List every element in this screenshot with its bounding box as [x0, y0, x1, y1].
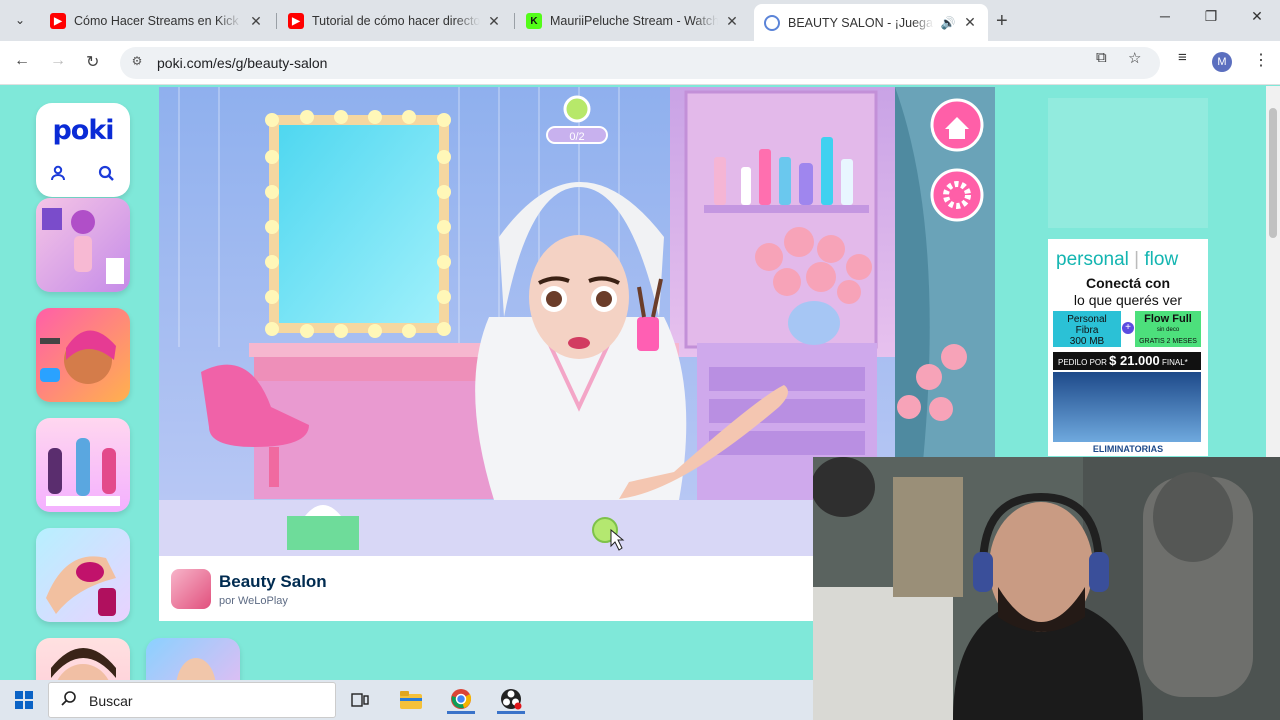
close-tab-icon[interactable]: ✕	[724, 13, 740, 30]
game-icon	[171, 569, 211, 609]
profile-avatar[interactable]: M	[1212, 52, 1232, 72]
home-button[interactable]	[930, 98, 984, 152]
tab-separator	[276, 13, 277, 29]
bookmark-star-icon[interactable]: ☆	[1128, 49, 1141, 67]
ad-photo	[1053, 372, 1201, 442]
webcam-overlay	[813, 457, 1280, 720]
scrollbar-thumb[interactable]	[1269, 108, 1277, 238]
poki-logo-card: poki	[36, 103, 130, 197]
forward-button[interactable]: →	[50, 52, 66, 70]
speaker-icon[interactable]: 🔊	[940, 16, 956, 30]
address-bar[interactable]: ⚙ poki.com/es/g/beauty-salon	[120, 47, 1160, 79]
ad-brand: personal | flow	[1056, 249, 1179, 270]
windows-taskbar: Buscar	[0, 680, 813, 720]
game-developer: por WeLoPlay	[219, 595, 288, 607]
close-tab-icon[interactable]: ✕	[486, 13, 502, 30]
youtube-icon: ▶	[288, 13, 304, 29]
game-thumbnail-makeup[interactable]	[36, 638, 130, 680]
ad-footer: ELIMINATORIAS	[1092, 444, 1164, 454]
browser-toolbar: ← → ↻ ⚙ poki.com/es/g/beauty-salon ⧉ ☆ ≡…	[0, 41, 1280, 85]
tab-directos-tutorial[interactable]: ▶ Tutorial de cómo hacer directos ✕	[278, 6, 512, 36]
kick-icon: K	[526, 13, 542, 29]
search-icon[interactable]	[98, 165, 114, 186]
game-title: Beauty Salon	[219, 572, 327, 591]
tray-items	[287, 505, 625, 551]
reload-button[interactable]: ↻	[86, 52, 99, 72]
ad-placeholder	[1048, 98, 1208, 228]
game-info-bar: Beauty Salon por WeLoPlay	[159, 556, 814, 621]
taskbar-search-box[interactable]: Buscar	[48, 682, 336, 718]
progress-count: 0/2	[569, 131, 584, 143]
webcam-feed	[813, 457, 1280, 720]
game-frame[interactable]: 0/2	[159, 87, 995, 500]
game-thumbnail-dressup[interactable]	[36, 198, 130, 292]
tab-search-chevron-icon[interactable]: ⌄	[8, 8, 32, 32]
game-scene[interactable]: 0/2	[159, 87, 995, 500]
advertisement[interactable]: personal | flow Conectá con lo que queré…	[1048, 239, 1208, 456]
tab-separator	[514, 13, 515, 29]
install-app-icon[interactable]: ⧉	[1096, 49, 1107, 66]
game-thumbnail-fashion[interactable]	[36, 418, 130, 512]
user-icon[interactable]	[50, 165, 66, 186]
back-button[interactable]: ←	[14, 52, 30, 70]
poki-logo[interactable]: poki	[36, 115, 130, 146]
tab-beauty-salon[interactable]: BEAUTY SALON - ¡Juega Gr 🔊 ✕	[754, 4, 988, 41]
ad-plan-flow: Flow Full sin deco GRATIS 2 MESES	[1135, 311, 1201, 347]
ad-headline-1: Conectá con	[1085, 275, 1170, 291]
game-thumbnail-hair-salon[interactable]	[36, 308, 130, 402]
site-info-icon[interactable]: ⚙	[128, 54, 146, 72]
close-tab-icon[interactable]: ✕	[962, 14, 978, 31]
tissue-box-item[interactable]	[287, 505, 359, 550]
ad-plan-fibra: Personal Fibra 300 MB	[1053, 311, 1121, 347]
taskbar-search-placeholder: Buscar	[89, 693, 133, 709]
restore-button[interactable]: ❐	[1188, 8, 1234, 25]
game-thumbnail-nails[interactable]	[36, 528, 130, 622]
file-explorer-icon[interactable]	[397, 686, 425, 714]
new-tab-button[interactable]: +	[996, 10, 1008, 33]
chrome-taskbar-icon[interactable]	[447, 686, 475, 714]
item-tray	[159, 500, 814, 556]
plus-icon: +	[1122, 322, 1134, 334]
minimize-button[interactable]: ─	[1142, 8, 1188, 24]
close-window-button[interactable]: ✕	[1234, 8, 1280, 25]
obs-taskbar-icon[interactable]	[497, 686, 525, 714]
tab-kick-stream[interactable]: K MauriiPeluche Stream - Watch I ✕	[516, 6, 750, 36]
browser-tab-strip: ⌄ ▶ Cómo Hacer Streams en Kick (C ✕ ▶ Tu…	[0, 0, 1280, 41]
game-thumbnail-foot-spa[interactable]	[146, 638, 240, 680]
ad-headline-2: lo que querés ver	[1073, 292, 1183, 308]
chrome-menu-icon[interactable]: ⋮	[1253, 50, 1269, 70]
media-control-icon[interactable]: ≡	[1178, 49, 1187, 66]
poki-globe-icon	[764, 14, 780, 31]
youtube-icon: ▶	[50, 13, 66, 29]
tab-kick-tutorial[interactable]: ▶ Cómo Hacer Streams en Kick (C ✕	[40, 6, 274, 36]
search-icon	[61, 690, 77, 711]
windows-start-icon[interactable]	[15, 691, 33, 714]
task-view-icon[interactable]	[346, 686, 374, 714]
ad-price: PEDILO POR $ 21.000 FINAL*	[1053, 352, 1201, 370]
close-tab-icon[interactable]: ✕	[248, 13, 264, 30]
settings-gear-button[interactable]	[930, 168, 984, 222]
